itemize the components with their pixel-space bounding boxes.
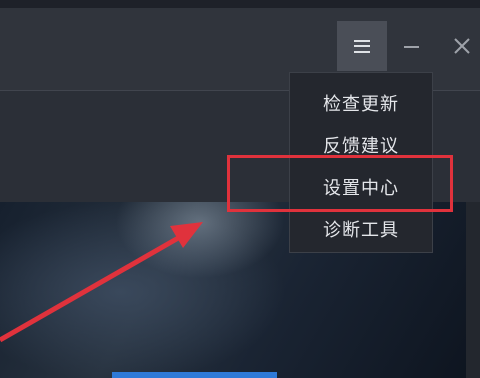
arrow-shaft [0,234,182,343]
pointer-arrow [0,222,203,343]
arrow-head [170,222,203,248]
